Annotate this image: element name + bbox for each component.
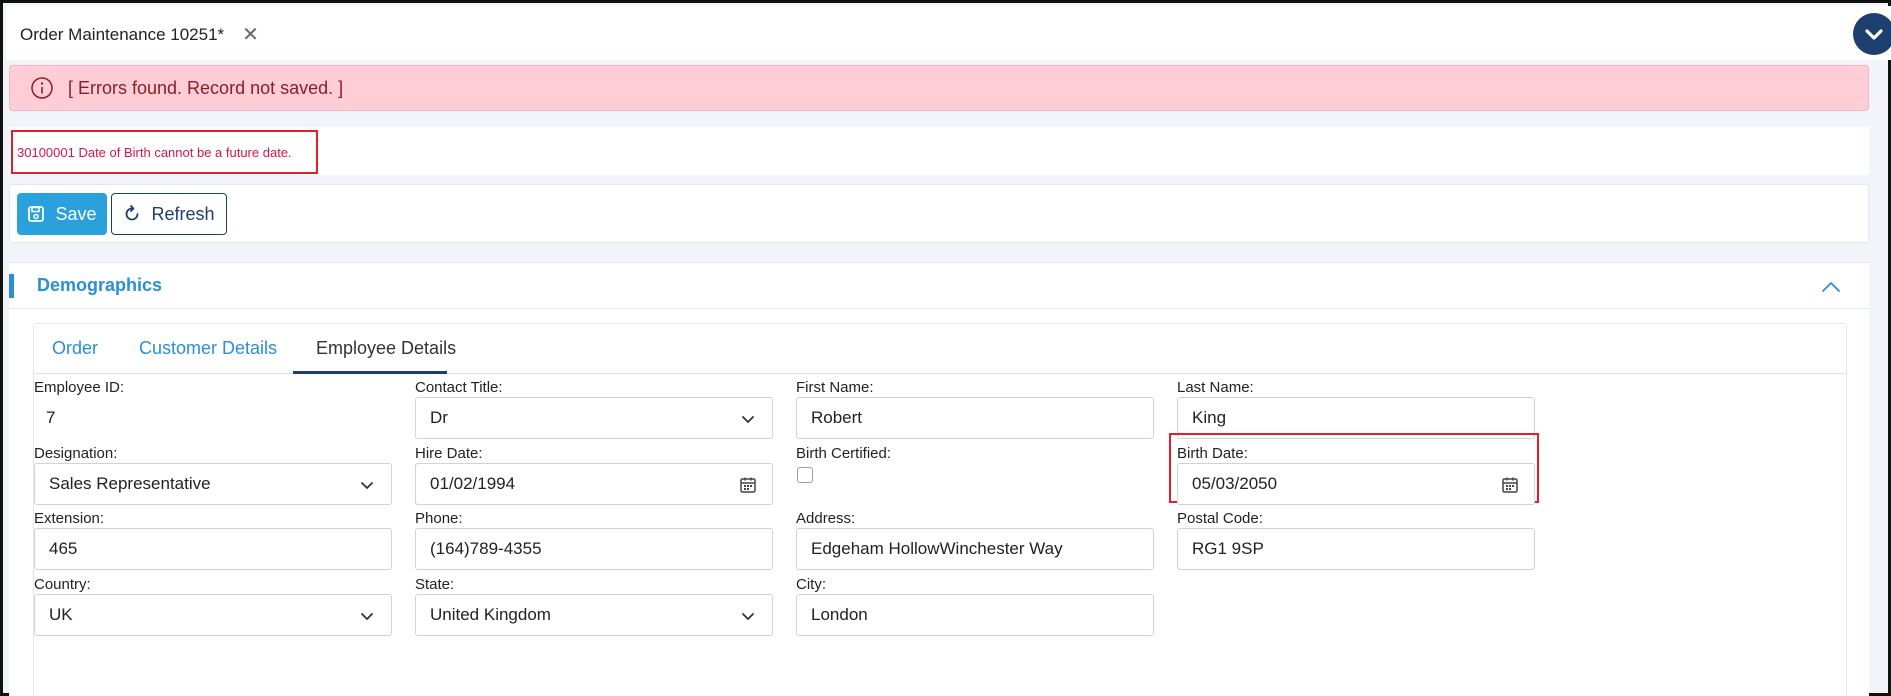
validation-strip: 30100001 Date of Birth cannot be a futur… [9, 127, 1869, 175]
tab-customer-details[interactable]: Customer Details [139, 338, 277, 359]
address-input[interactable]: Edgeham HollowWinchester Way [796, 528, 1154, 570]
chevron-down-icon [742, 613, 754, 620]
birth-date-value: 05/03/2050 [1192, 474, 1278, 493]
floppy-disk-icon [28, 206, 45, 222]
chevron-down-icon[interactable] [1853, 13, 1891, 55]
postal-code-input[interactable]: RG1 9SP [1177, 528, 1535, 570]
document-tab-title: Order Maintenance 10251* [20, 25, 225, 44]
extension-input[interactable]: 465 [34, 528, 392, 570]
country-value: UK [49, 605, 73, 624]
last-name-label: Last Name: [1177, 379, 1254, 396]
hire-date-input[interactable]: 01/02/1994 [415, 463, 773, 505]
city-input[interactable]: London [796, 594, 1154, 636]
phone-input[interactable]: (164)789-4355 [415, 528, 773, 570]
tab-employee-details[interactable]: Employee Details [316, 338, 456, 359]
state-value: United Kingdom [430, 605, 551, 624]
demographics-panel-header[interactable]: Demographics [9, 263, 1869, 309]
calendar-icon[interactable] [1500, 475, 1520, 495]
toolbar: Save Refresh [9, 184, 1869, 243]
birth-date-label: Birth Date: [1177, 445, 1248, 462]
detail-tabs: Order Customer Details Employee Details [34, 324, 1846, 374]
chevron-down-icon [361, 613, 373, 620]
document-tab-bar: Order Maintenance 10251* ✕ [6, 6, 1891, 60]
error-banner-message: [ Errors found. Record not saved. ] [68, 77, 344, 98]
country-select[interactable]: UK [34, 594, 392, 636]
city-label: City: [796, 576, 826, 593]
refresh-button-label: Refresh [151, 203, 215, 224]
birth-certified-checkbox[interactable] [797, 467, 813, 483]
birth-date-input[interactable]: 05/03/2050 [1177, 463, 1535, 505]
panel-title: Demographics [37, 275, 163, 295]
phone-label: Phone: [415, 510, 463, 527]
hire-date-label: Hire Date: [415, 445, 483, 462]
postal-code-label: Postal Code: [1177, 510, 1263, 527]
active-tab-indicator [293, 371, 447, 374]
error-banner: [ Errors found. Record not saved. ] [9, 65, 1869, 111]
close-icon[interactable]: ✕ [242, 25, 259, 45]
refresh-button[interactable]: Refresh [111, 193, 227, 235]
state-select[interactable]: United Kingdom [415, 594, 773, 636]
tab-order[interactable]: Order [52, 338, 98, 359]
state-label: State: [415, 576, 455, 593]
first-name-label: First Name: [796, 379, 874, 396]
address-label: Address: [796, 510, 856, 527]
designation-value: Sales Representative [49, 474, 211, 493]
first-name-input[interactable]: Robert [796, 397, 1154, 439]
document-tab[interactable]: Order Maintenance 10251* ✕ [20, 21, 259, 49]
chevron-down-icon [361, 482, 373, 489]
refresh-icon [126, 205, 139, 221]
employee-id-label: Employee ID: [34, 379, 125, 396]
employee-id-value: 7 [34, 397, 392, 439]
birth-certified-label: Birth Certified: [796, 445, 892, 462]
info-icon [31, 77, 53, 99]
save-button-label: Save [55, 203, 97, 224]
demographics-panel: Demographics Order Customer Details Empl… [9, 262, 1869, 696]
extension-label: Extension: [34, 510, 105, 527]
contact-title-value: Dr [430, 408, 448, 427]
details-card: Order Customer Details Employee Details … [33, 323, 1847, 696]
hire-date-value: 01/02/1994 [430, 474, 516, 493]
contact-title-label: Contact Title: [415, 379, 503, 396]
designation-label: Designation: [34, 445, 118, 462]
chevron-up-icon[interactable] [1819, 275, 1843, 299]
calendar-icon[interactable] [738, 475, 758, 495]
panel-accent-bar [9, 274, 14, 298]
contact-title-select[interactable]: Dr [415, 397, 773, 439]
validation-message-box: 30100001 Date of Birth cannot be a futur… [11, 130, 318, 174]
designation-select[interactable]: Sales Representative [34, 463, 392, 505]
chevron-down-icon [742, 416, 754, 423]
app-frame: Order Maintenance 10251* ✕ [ Errors foun… [0, 0, 1891, 696]
save-button[interactable]: Save [17, 193, 107, 235]
country-label: Country: [34, 576, 91, 593]
validation-message: 30100001 Date of Birth cannot be a futur… [17, 144, 292, 160]
